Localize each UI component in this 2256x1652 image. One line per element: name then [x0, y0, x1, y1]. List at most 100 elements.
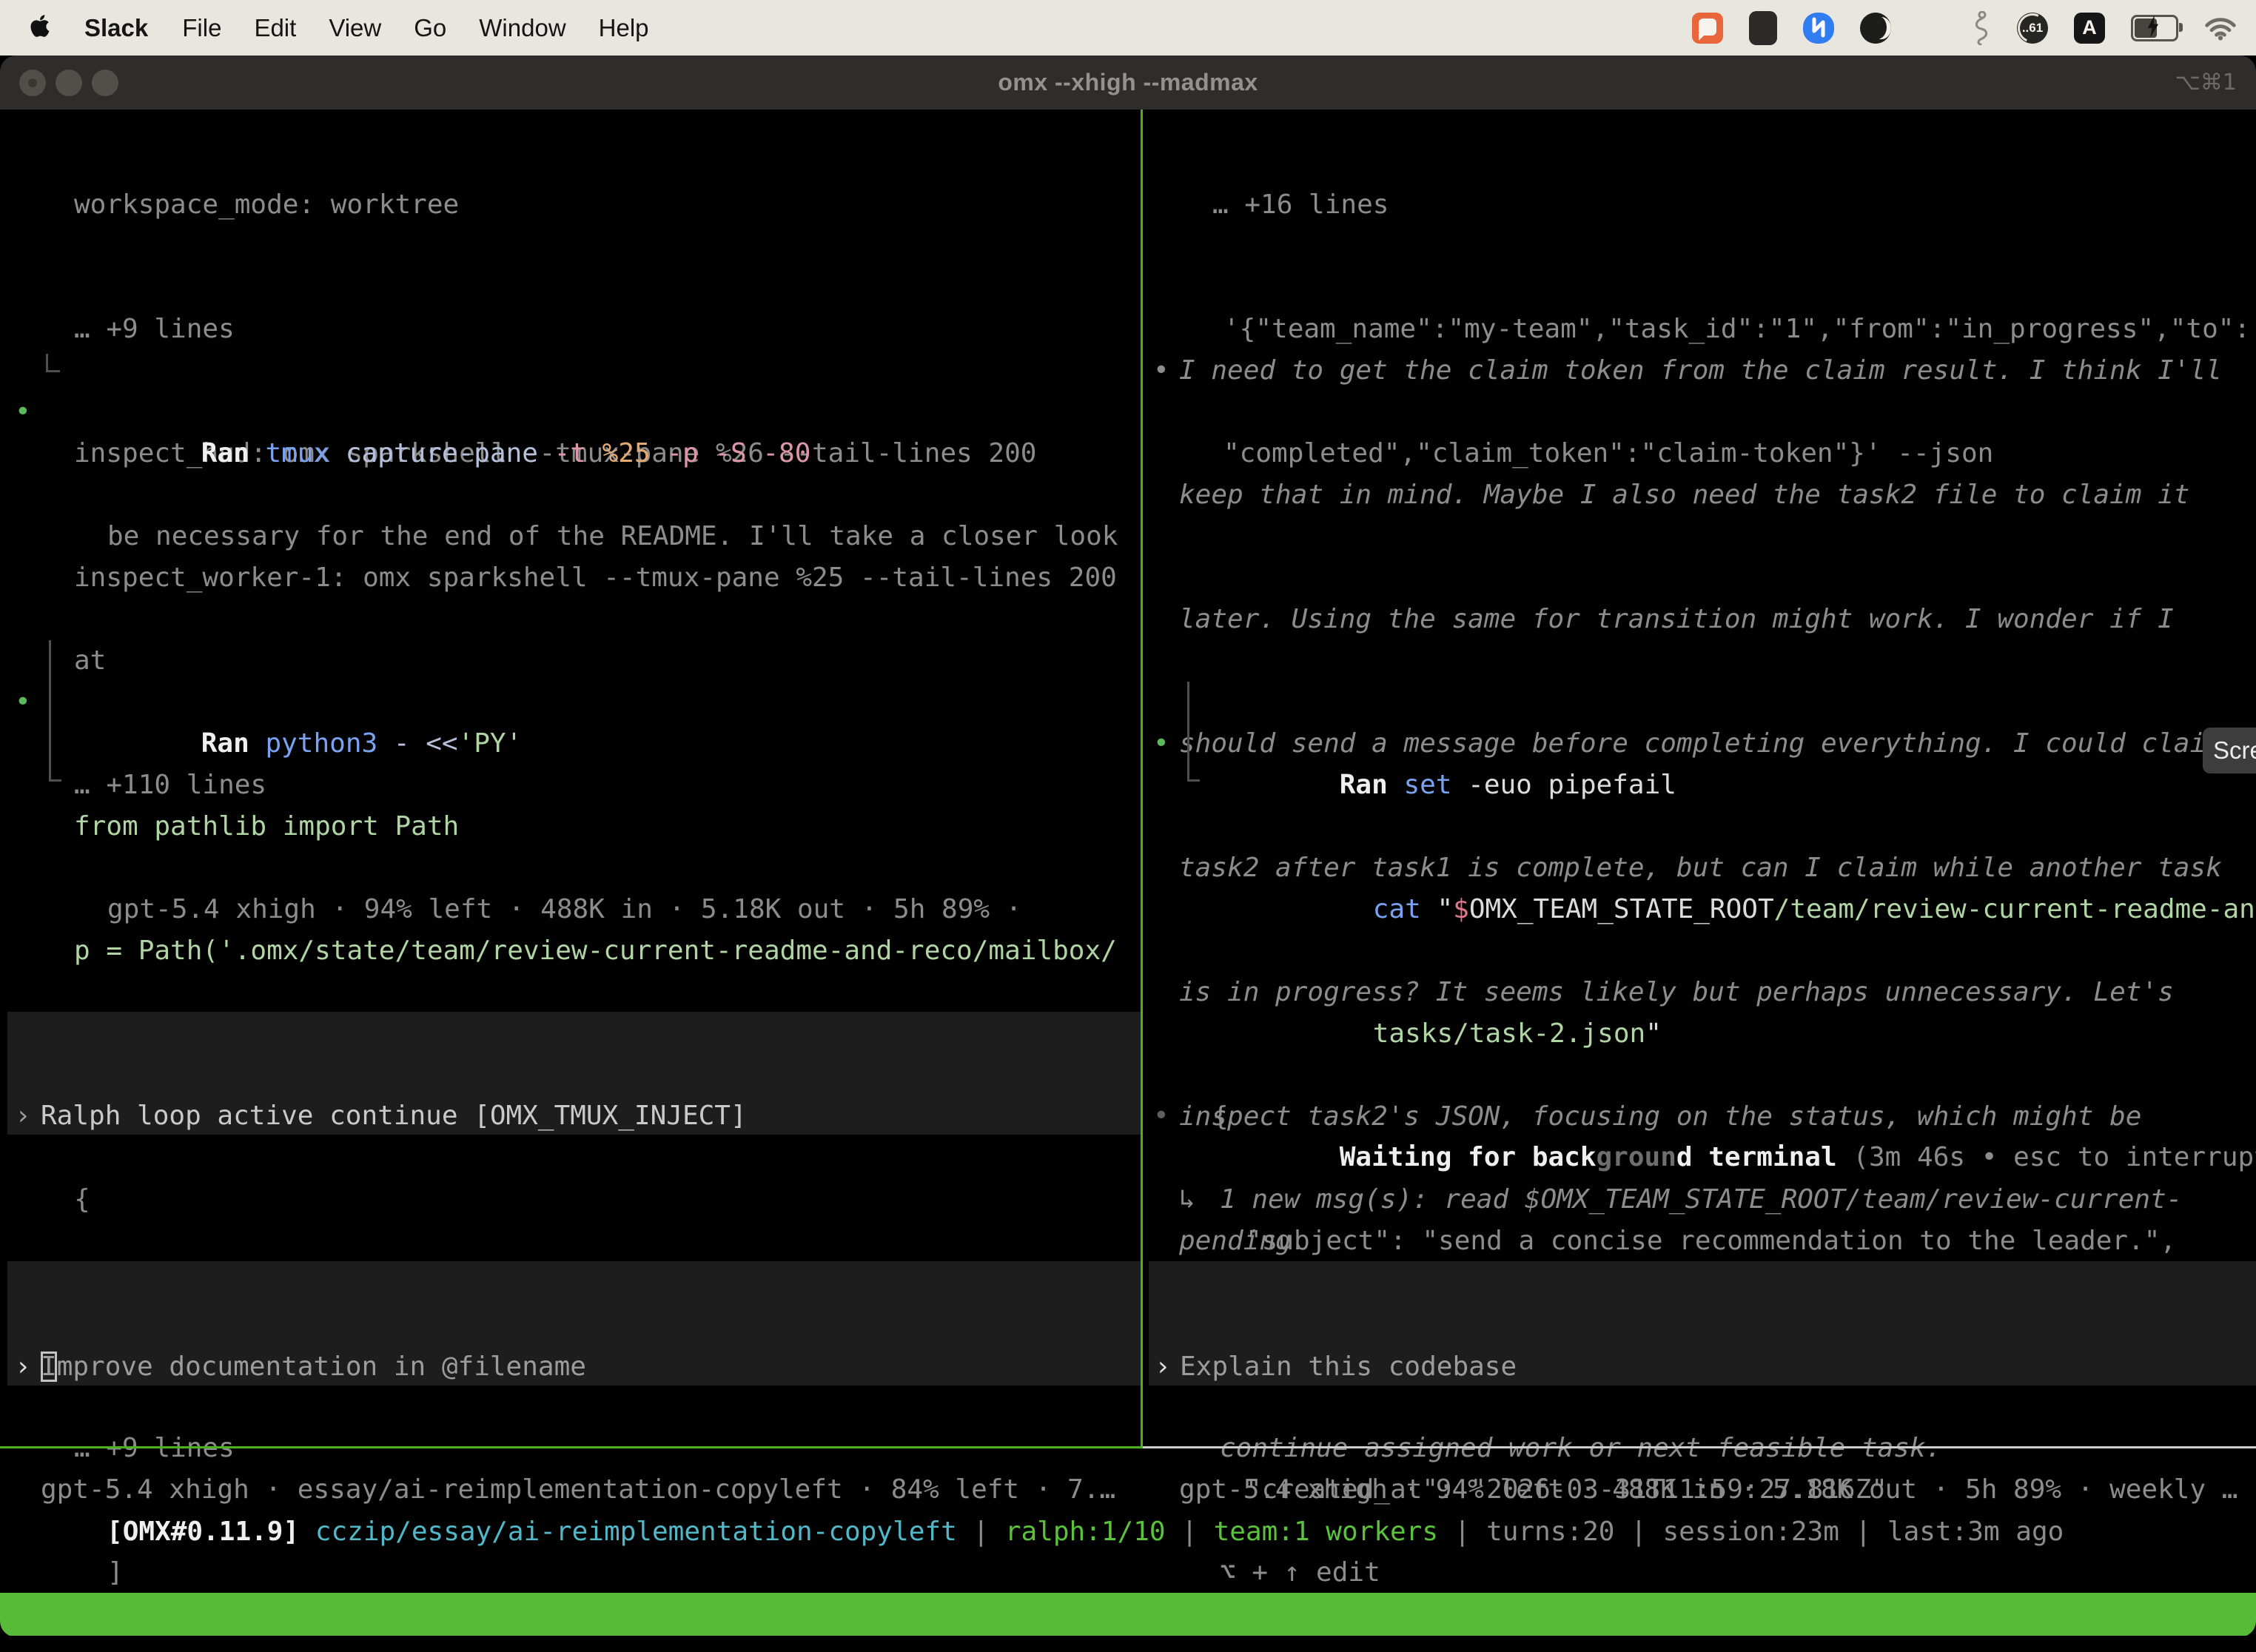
env-var-name: OMX_TEAM_STATE_ROOT	[1469, 894, 1774, 924]
command-output-line: … +16 lines	[1138, 184, 2256, 226]
heredoc-delimiter: 'PY'	[458, 728, 523, 759]
blue-badge-icon[interactable]	[1803, 13, 1834, 44]
left-pane-border	[0, 1446, 1141, 1448]
omx-ralph-counter: ralph:1/10	[1005, 1517, 1166, 1547]
menu-item-help[interactable]: Help	[583, 14, 665, 42]
command-program: python3	[249, 728, 377, 759]
thinking-line: keep that in mind. Maybe I also need the…	[1138, 474, 2256, 516]
separator: |	[1438, 1517, 1486, 1547]
apple-menu[interactable]	[30, 13, 50, 42]
right-prompt-input[interactable]: ›Explain this codebase	[1149, 1261, 2256, 1386]
thinking-bullet-icon: •	[1153, 350, 1169, 392]
separator: |	[1166, 1517, 1214, 1547]
menu-bar-status-icons: ..61 A	[1692, 11, 2256, 45]
command-line: •Ran tmux capture-pane -t %25 -p -S -80	[0, 392, 1141, 433]
return-arrow-icon: ↳	[1179, 1179, 1195, 1220]
window-title: omx --xhigh --madmax	[998, 69, 1258, 96]
thinking-line: later. Using the same for transition mig…	[1138, 599, 2256, 640]
thinking-text: I need to get the claim token from the c…	[1179, 355, 2222, 386]
command-args: -euo pipefail	[1451, 770, 1676, 800]
chevron-prompt-icon: ›	[15, 1095, 31, 1137]
output-text: be necessary for the end of the README. …	[107, 521, 1118, 551]
file-path: /team/review-current-readme-and-reco/	[1774, 894, 2256, 924]
separator: |	[957, 1517, 1005, 1547]
ran-label: Ran	[201, 438, 249, 469]
right-pane-border	[1143, 1446, 2256, 1448]
omx-session-stats: turns:20 | session:23m | last:3m ago	[1486, 1517, 2064, 1547]
terminal-content: workspace_mode: worktree … +9 lines insp…	[0, 110, 2256, 1637]
screen-tooltip: Scre	[2203, 728, 2256, 773]
thinking-line: • I need to get the claim token from the …	[1138, 350, 2256, 392]
macos-menu-bar: Slack File Edit View Go Window Help ..61…	[0, 0, 2256, 56]
output-corner-glyph	[46, 354, 60, 372]
code-line: from pathlib import Path	[0, 806, 1141, 847]
ralph-loop-banner: ›Ralph loop active continue [OMX_TMUX_IN…	[7, 1012, 1141, 1135]
letter-a-app-icon[interactable]: A	[2074, 13, 2105, 44]
menu-bar-left: Slack File Edit View Go Window Help	[0, 13, 665, 42]
command-line: tasks/task-2.json"	[1138, 972, 2256, 1013]
battery-icon[interactable]	[2131, 15, 2178, 41]
thinking-text: keep that in mind. Maybe I also need the…	[1179, 480, 2189, 510]
command-arg: %25	[586, 438, 651, 469]
status-badge-61[interactable]: ..61	[2017, 13, 2048, 44]
text-cursor: I	[41, 1352, 57, 1382]
chevron-prompt-icon: ›	[15, 1346, 31, 1388]
menu-item-edit[interactable]: Edit	[238, 14, 312, 42]
omx-project: cczip/essay/ai-reimplementation-copyleft	[299, 1517, 957, 1547]
input-placeholder: mprove documentation in @filename	[57, 1352, 586, 1382]
ralph-loop-text: Ralph loop active continue [OMX_TMUX_INJ…	[41, 1095, 747, 1137]
minimize-button[interactable]	[56, 70, 82, 96]
tmux-window-tab[interactable]: [omx-cczip0:bash*	[10, 1636, 283, 1637]
figure-icon[interactable]	[1972, 11, 1991, 45]
chat-bubble-icon[interactable]	[1692, 13, 1723, 44]
dollar-sign: $	[1453, 894, 1469, 924]
left-prompt-input[interactable]: › Improve documentation in @filename	[7, 1261, 1141, 1386]
dots-grid-icon[interactable]	[1917, 13, 1946, 42]
output-text: … +16 lines	[1212, 189, 1389, 220]
right-input-line: ›Explain this codebase	[1149, 1305, 2256, 1346]
wifi-icon[interactable]	[2204, 16, 2237, 41]
command-gutter-line	[49, 640, 61, 782]
command-bullet-icon: •	[1153, 723, 1169, 765]
intro-line: workspace_mode: worktree	[74, 189, 459, 220]
menu-item-slack[interactable]: Slack	[67, 14, 166, 42]
terminal-line: workspace_mode: worktree	[0, 184, 1141, 226]
left-pane: workspace_mode: worktree … +9 lines insp…	[0, 110, 1141, 939]
command-line: •Ran python3 - <<'PY'	[0, 682, 1141, 723]
input-placeholder: Explain this codebase	[1180, 1346, 1517, 1388]
command-output-line: be necessary for the end of the README. …	[0, 516, 1141, 557]
tooltip-text: Scre	[2213, 736, 2256, 764]
command-line: cat "$OMX_TEAM_STATE_ROOT/team/review-cu…	[1138, 847, 2256, 889]
code-text: p = Path('.omx/state/team/review-current…	[74, 936, 1117, 966]
terminal-window: omx --xhigh --madmax ⌥⌘1 workspace_mode:…	[0, 56, 2256, 1637]
moon-app-icon[interactable]	[1860, 13, 1891, 44]
mailbox-line: ↳ 1 new msg(s): read $OMX_TEAM_STATE_ROOT…	[1138, 1179, 2256, 1220]
close-button[interactable]	[19, 70, 46, 96]
command-operator: - <<	[377, 728, 457, 759]
chevron-prompt-icon: ›	[1155, 1346, 1171, 1388]
ralph-loop-line: ›Ralph loop active continue [OMX_TMUX_IN…	[7, 1054, 1141, 1095]
menu-item-file[interactable]: File	[166, 14, 238, 42]
window-shortcut-hint: ⌥⌘1	[2175, 70, 2237, 95]
apple-logo-icon	[30, 13, 50, 42]
mailbox-text: 1 new msg(s): read $OMX_TEAM_STATE_ROOT/…	[1220, 1184, 2182, 1215]
omx-version: [OMX#0.11.9]	[107, 1517, 299, 1547]
command-bullet-icon: •	[15, 682, 31, 723]
quote-char: "	[1421, 894, 1453, 924]
code-line: p = Path('.omx/state/team/review-current…	[0, 930, 1141, 972]
keypad-shield-icon[interactable]	[1749, 11, 1777, 45]
right-pane: … +16 lines '{"team_name":"my-team","tas…	[1138, 110, 2256, 897]
tmux-status-bar: [omx-cczip0:bash* "MacBook-Pro-44.local"…	[0, 1593, 2256, 1636]
code-text: from pathlib import Path	[74, 811, 459, 842]
menu-item-window[interactable]: Window	[463, 14, 582, 42]
command-line: •Ran set -euo pipefail	[1138, 723, 2256, 765]
omx-team-counter: team:1 workers	[1214, 1517, 1438, 1547]
menu-item-view[interactable]: View	[312, 14, 397, 42]
command-bullet-icon: •	[15, 392, 31, 433]
command-program: cat	[1373, 894, 1421, 924]
zoom-button[interactable]	[92, 70, 118, 96]
omx-status-line: [OMX#0.11.9] cczip/essay/ai-reimplementa…	[10, 1470, 2064, 1511]
thinking-text: later. Using the same for transition mig…	[1179, 604, 2174, 634]
menu-item-go[interactable]: Go	[397, 14, 463, 42]
ran-label: Ran	[1340, 770, 1388, 800]
